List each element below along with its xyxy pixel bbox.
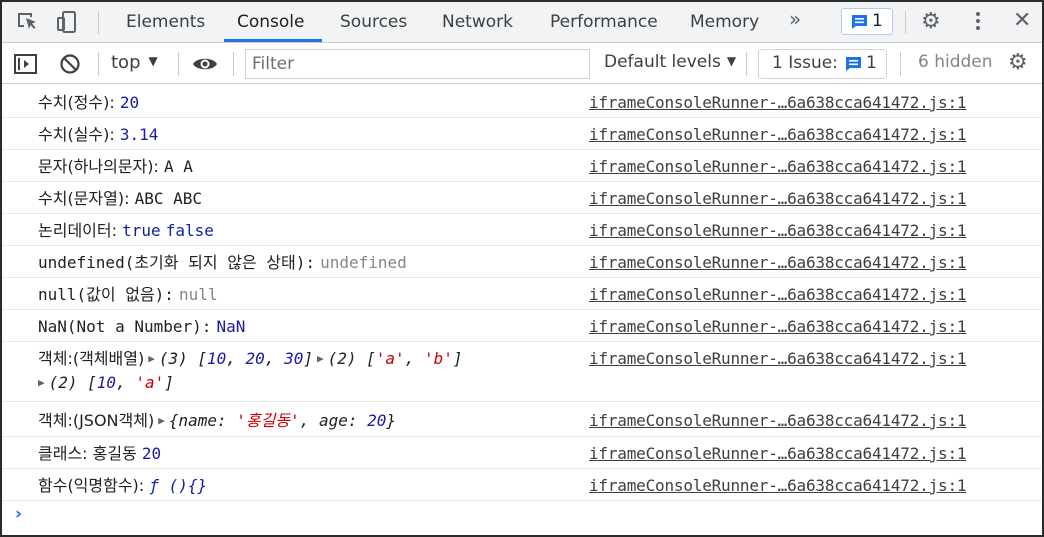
devtools-window: Elements Console Sources Network Perform… bbox=[0, 0, 1044, 537]
expand-triangle-icon: ▶ bbox=[158, 414, 165, 427]
divider bbox=[98, 52, 99, 76]
source-link[interactable]: iframeConsoleRunner-…6a638cca641472.js:1 bbox=[589, 411, 967, 431]
sidebar-toggle-icon[interactable] bbox=[14, 53, 38, 75]
message-text: 문자(하나의문자): A A bbox=[38, 157, 193, 176]
message-text: 클래스: 홍길동 20 bbox=[38, 444, 162, 463]
expand-triangle-icon: ▶ bbox=[316, 352, 324, 365]
issues-button[interactable]: 1 Issue: 1 bbox=[758, 49, 887, 79]
source-link[interactable]: iframeConsoleRunner-…6a638cca641472.js:1 bbox=[589, 189, 967, 209]
divider bbox=[233, 52, 234, 76]
array-preview[interactable]: ▶ (2) [10, 'a'] bbox=[34, 373, 174, 392]
console-message: 함수(익명함수): ƒ (){} iframeConsoleRunner-…6a… bbox=[2, 469, 1042, 501]
message-icon bbox=[846, 57, 861, 71]
message-text: 객체:(JSON객체) ▶ {name: '홍길동', age: 20} bbox=[38, 411, 397, 430]
divider bbox=[746, 52, 747, 76]
active-tab-indicator bbox=[224, 39, 322, 42]
console-message: null(값이 없음): null iframeConsoleRunner-…6… bbox=[2, 278, 1042, 310]
console-message: 수치(문자열): ABC ABC iframeConsoleRunner-…6a… bbox=[2, 182, 1042, 214]
console-prompt-icon[interactable]: › bbox=[15, 504, 22, 524]
message-text: 객체:(객체배열) ▶ (3) [10, 20, 30] ▶ (2) ['a', 'b'… bbox=[38, 349, 463, 368]
source-link[interactable]: iframeConsoleRunner-…6a638cca641472.js:1 bbox=[589, 157, 967, 177]
console-message: 클래스: 홍길동 20 iframeConsoleRunner-…6a638cc… bbox=[2, 437, 1042, 469]
devtools-tab-bar: Elements Console Sources Network Perform… bbox=[2, 2, 1042, 43]
source-link[interactable]: iframeConsoleRunner-…6a638cca641472.js:1 bbox=[589, 253, 967, 273]
console-toolbar: top ▼ Default levels ▼ 1 Issue: 1 6 hidden… bbox=[2, 44, 1042, 84]
message-text: NaN(Not a Number): NaN bbox=[38, 317, 246, 336]
live-expression-eye-icon[interactable] bbox=[192, 53, 217, 75]
message-icon bbox=[852, 15, 867, 29]
source-link[interactable]: iframeConsoleRunner-…6a638cca641472.js:1 bbox=[589, 349, 967, 369]
inspect-element-icon[interactable] bbox=[16, 11, 40, 33]
caret-down-icon: ▼ bbox=[148, 54, 158, 68]
tab-memory[interactable]: Memory bbox=[690, 2, 759, 43]
console-message: NaN(Not a Number): NaN iframeConsoleRunn… bbox=[2, 310, 1042, 342]
issues-badge-count: 1 bbox=[872, 11, 883, 31]
console-message: 객체:(객체배열) ▶ (3) [10, 20, 30] ▶ (2) ['a', 'b'… bbox=[2, 342, 1042, 402]
console-message: 객체:(JSON객체) ▶ {name: '홍길동', age: 20} ifram… bbox=[2, 402, 1042, 437]
tab-network[interactable]: Network bbox=[442, 2, 513, 43]
array-preview[interactable]: ▶ (3) [10, 20, 30] bbox=[144, 349, 313, 368]
message-text: 수치(문자열): ABC ABC bbox=[38, 189, 203, 208]
source-link[interactable]: iframeConsoleRunner-…6a638cca641472.js:1 bbox=[589, 285, 967, 305]
caret-down-icon: ▼ bbox=[726, 54, 737, 68]
tab-console[interactable]: Console bbox=[237, 2, 305, 43]
settings-gear-icon[interactable]: ⚙ bbox=[921, 11, 941, 33]
console-message: 문자(하나의문자): A A iframeConsoleRunner-…6a63… bbox=[2, 150, 1042, 182]
source-link[interactable]: iframeConsoleRunner-…6a638cca641472.js:1 bbox=[589, 221, 967, 241]
source-link[interactable]: iframeConsoleRunner-…6a638cca641472.js:1 bbox=[589, 444, 967, 464]
context-label: top bbox=[111, 52, 141, 73]
log-levels-dropdown[interactable]: Default levels ▼ bbox=[604, 52, 736, 72]
issues-badge-button[interactable]: 1 bbox=[841, 8, 893, 35]
divider bbox=[900, 52, 901, 76]
tab-sources[interactable]: Sources bbox=[340, 2, 407, 43]
source-link[interactable]: iframeConsoleRunner-…6a638cca641472.js:1 bbox=[589, 125, 967, 145]
filter-input[interactable] bbox=[245, 49, 590, 79]
console-message: 수치(실수): 3.14 iframeConsoleRunner-…6a638c… bbox=[2, 118, 1042, 150]
hidden-messages-count: 6 hidden bbox=[918, 52, 993, 72]
issues-label: 1 Issue: bbox=[772, 53, 838, 73]
expand-triangle-icon: ▶ bbox=[38, 376, 45, 389]
divider bbox=[98, 11, 99, 34]
message-text: undefined(초기화 되지 않은 상태): undefined bbox=[38, 253, 407, 272]
source-link[interactable]: iframeConsoleRunner-…6a638cca641472.js:1 bbox=[589, 476, 967, 496]
expand-triangle-icon: ▶ bbox=[148, 352, 155, 365]
context-selector[interactable]: top ▼ bbox=[111, 52, 158, 73]
console-message: undefined(초기화 되지 않은 상태): undefined ifram… bbox=[2, 246, 1042, 278]
object-preview[interactable]: ▶ {name: '홍길동', age: 20} bbox=[154, 411, 396, 430]
divider bbox=[178, 52, 179, 76]
array-preview[interactable]: ▶ (2) ['a', 'b'] bbox=[313, 349, 463, 368]
log-levels-label: Default levels bbox=[604, 52, 721, 72]
tab-performance[interactable]: Performance bbox=[550, 2, 658, 43]
source-link[interactable]: iframeConsoleRunner-…6a638cca641472.js:1 bbox=[589, 317, 967, 337]
console-message: 수치(정수): 20 iframeConsoleRunner-…6a638cca… bbox=[2, 86, 1042, 118]
console-settings-gear-icon[interactable]: ⚙ bbox=[1008, 52, 1028, 74]
issues-count: 1 bbox=[866, 53, 877, 73]
source-link[interactable]: iframeConsoleRunner-…6a638cca641472.js:1 bbox=[589, 93, 967, 113]
device-toolbar-icon[interactable] bbox=[56, 11, 80, 33]
message-text: 수치(실수): 3.14 bbox=[38, 125, 159, 144]
divider bbox=[905, 11, 906, 34]
message-text: 수치(정수): 20 bbox=[38, 93, 140, 112]
message-text: 논리데이터: true false bbox=[38, 221, 214, 240]
more-tabs-chevron-icon[interactable]: » bbox=[789, 7, 801, 31]
message-text: null(값이 없음): null bbox=[38, 285, 218, 304]
tab-elements[interactable]: Elements bbox=[126, 2, 205, 43]
more-options-icon[interactable] bbox=[975, 11, 981, 33]
message-text: 함수(익명함수): ƒ (){} bbox=[38, 476, 208, 495]
close-icon[interactable]: ✕ bbox=[1013, 8, 1031, 33]
console-message: 논리데이터: true false iframeConsoleRunner-…6… bbox=[2, 214, 1042, 246]
message-text-continued: ▶ (2) [10, 'a'] bbox=[34, 373, 174, 393]
clear-console-icon[interactable] bbox=[58, 53, 82, 75]
